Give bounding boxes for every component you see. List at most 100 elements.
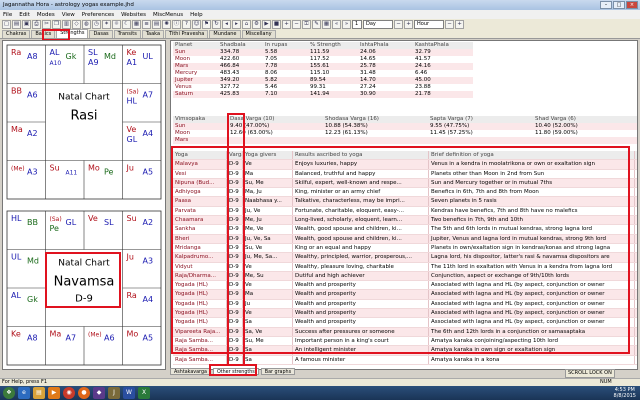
column-header[interactable]: In rupas xyxy=(263,42,308,49)
start-button-icon[interactable]: ❖ xyxy=(3,387,15,399)
app-icon[interactable]: ◆ xyxy=(93,387,105,399)
menu-help[interactable]: Help xyxy=(190,12,203,18)
table-cell: 27.24 xyxy=(360,84,376,90)
table-row[interactable]: Mars 466.84 7.78 155.61 25.78 24.16 xyxy=(173,63,473,70)
save-icon[interactable]: ▣ xyxy=(22,20,31,29)
play-icon[interactable]: ▶ xyxy=(262,20,271,29)
forward-icon[interactable]: ▸ xyxy=(232,20,241,29)
tab-miscellany[interactable]: Miscellany xyxy=(241,30,276,38)
table-row[interactable]: Sun 334.78 5.58 111.59 24.06 32.79 xyxy=(173,49,473,56)
column-header[interactable]: Shadbala xyxy=(218,42,263,49)
table-cell: 12.23 (61.13%) xyxy=(325,130,368,136)
column-header[interactable]: % Strength xyxy=(308,42,358,49)
menu-modes[interactable]: Modes xyxy=(37,12,55,18)
table-row[interactable]: Mercury 483.43 8.06 115.10 31.48 6.46 xyxy=(173,70,473,77)
table-cell: 141.94 xyxy=(310,91,330,97)
column-header[interactable]: Planet xyxy=(173,42,218,49)
moon-icon[interactable]: ☾ xyxy=(122,20,131,29)
firefox-icon[interactable]: ● xyxy=(78,387,90,399)
note-icon[interactable]: ✎ xyxy=(312,20,321,29)
flag-icon[interactable]: ⚑ xyxy=(202,20,211,29)
table-row[interactable]: Jupiter 349.20 5.82 89.54 14.70 45.00 xyxy=(173,77,473,84)
refresh-icon[interactable]: ↻ xyxy=(212,20,221,29)
tab-tithi-pravesha[interactable]: Tithi Pravesha xyxy=(165,30,209,38)
sun-icon[interactable]: ☼ xyxy=(112,20,121,29)
tab-dasas[interactable]: Dasas xyxy=(89,30,113,38)
menu-preferences[interactable]: Preferences xyxy=(82,12,114,18)
ie-icon[interactable]: e xyxy=(18,387,30,399)
help-icon[interactable]: ? xyxy=(182,20,191,29)
list-icon[interactable]: ≡ xyxy=(142,20,151,29)
maximize-button[interactable]: □ xyxy=(613,1,625,9)
tab-bar-graphs[interactable]: Bar graphs xyxy=(260,368,296,375)
menu-file[interactable]: File xyxy=(3,12,12,18)
step-forward-icon[interactable]: » xyxy=(342,20,351,29)
column-header[interactable]: IshtaPhala xyxy=(358,42,413,49)
clock-icon[interactable]: ◷ xyxy=(92,20,101,29)
menu-edit[interactable]: Edit xyxy=(19,12,30,18)
table-cell: 11.80 (59.00%) xyxy=(535,130,578,136)
day-plus-icon[interactable]: + xyxy=(404,20,413,29)
grid-icon[interactable]: ▦ xyxy=(132,20,141,29)
open-folder-icon[interactable]: ▤ xyxy=(12,20,21,29)
table-cell: Sa xyxy=(243,355,293,364)
table-cell: Amatya karaka in a kona xyxy=(429,355,635,364)
tab-transits[interactable]: Transits xyxy=(113,30,141,38)
new-file-icon[interactable]: ▢ xyxy=(2,20,11,29)
day-select[interactable]: Day xyxy=(363,20,393,29)
wheel-icon[interactable]: ✺ xyxy=(162,20,171,29)
explorer-icon[interactable]: ▤ xyxy=(33,387,45,399)
star-icon[interactable]: ✶ xyxy=(102,20,111,29)
media-icon[interactable]: ▶ xyxy=(48,387,60,399)
menu-websites[interactable]: Websites xyxy=(121,12,146,18)
jhora-icon[interactable]: J xyxy=(108,387,120,399)
hour-minus-icon[interactable]: − xyxy=(445,20,454,29)
planet-label: UL xyxy=(11,253,22,262)
stop-icon[interactable]: ■ xyxy=(272,20,281,29)
paste-icon[interactable]: ▥ xyxy=(62,20,71,29)
hour-select[interactable]: Hour xyxy=(414,20,444,29)
column-header[interactable]: Vimsopaka xyxy=(173,116,228,123)
word-icon[interactable]: W xyxy=(123,387,135,399)
person-icon[interactable]: ☺ xyxy=(192,20,201,29)
system-clock[interactable]: 4:53 PM 8/8/2015 xyxy=(614,387,640,399)
cut-icon[interactable]: ✂ xyxy=(42,20,51,29)
table-row[interactable]: Saturn 425.83 7.10 141.94 30.90 21.78 xyxy=(173,91,473,98)
step-count-input[interactable]: 1 xyxy=(352,20,362,29)
tab-taaka[interactable]: Taaka xyxy=(141,30,165,38)
globe-icon[interactable]: ◍ xyxy=(82,20,91,29)
planet-label: A3 xyxy=(27,168,38,177)
chrome-icon[interactable]: ◉ xyxy=(63,387,75,399)
day-minus-icon[interactable]: − xyxy=(394,20,403,29)
column-header[interactable]: KashtaPhala xyxy=(413,42,468,49)
chart-icon[interactable]: ◇ xyxy=(72,20,81,29)
copy-icon[interactable]: ❐ xyxy=(52,20,61,29)
status-help-text: For Help, press F1 xyxy=(2,379,48,385)
minimize-button[interactable]: – xyxy=(600,1,612,9)
table-row[interactable]: Moon 422.60 7.05 117.52 14.65 41.57 xyxy=(173,56,473,63)
menu-view[interactable]: View xyxy=(62,12,75,18)
zoom-out-icon[interactable]: − xyxy=(292,20,301,29)
home-icon[interactable]: ⌂ xyxy=(242,20,251,29)
column-header[interactable]: Sapta Varga (7) xyxy=(428,116,533,123)
table-icon[interactable]: ▤ xyxy=(152,20,161,29)
column-header[interactable]: Shodasa Varga (16) xyxy=(323,116,428,123)
planet-label: A5 xyxy=(143,334,154,343)
step-back-icon[interactable]: « xyxy=(332,20,341,29)
settings-icon[interactable]: ⚙ xyxy=(252,20,261,29)
close-button[interactable]: × xyxy=(626,1,638,9)
print-icon[interactable]: ⎙ xyxy=(32,20,41,29)
menu-miscmenus[interactable]: MiscMenus xyxy=(153,12,183,18)
zoom-in-icon[interactable]: + xyxy=(282,20,291,29)
tab-mundane[interactable]: Mundane xyxy=(209,30,241,38)
tab-ashtakavarga[interactable]: Ashtakavarga xyxy=(170,368,211,375)
lock-icon[interactable]: ⚿ xyxy=(302,20,311,29)
hour-plus-icon[interactable]: + xyxy=(455,20,464,29)
info-icon[interactable]: ⓘ xyxy=(172,20,181,29)
column-header[interactable]: Shad Varga (6) xyxy=(533,116,633,123)
back-icon[interactable]: ◂ xyxy=(222,20,231,29)
tab-chakras[interactable]: Chakras xyxy=(2,30,31,38)
excel-icon[interactable]: X xyxy=(138,387,150,399)
table-row[interactable]: Venus 327.72 5.46 99.31 27.24 23.88 xyxy=(173,84,473,91)
calendar-icon[interactable]: ▦ xyxy=(322,20,331,29)
